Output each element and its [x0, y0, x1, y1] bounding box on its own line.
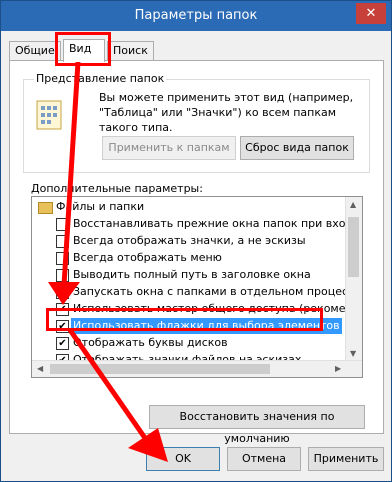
tab-search[interactable]: Поиск [107, 41, 154, 60]
list-item-label: Восстанавливать прежние окна папок при в… [73, 217, 348, 230]
close-button[interactable]: ✕ [356, 3, 386, 24]
checkbox[interactable] [56, 218, 69, 231]
list-item[interactable]: Всегда отображать значки, а не эскизы [32, 233, 348, 249]
apply-button[interactable]: Применить [308, 447, 384, 471]
folder-view-description: Вы можете применить этот вид (например, … [99, 91, 354, 134]
list-item-label: Отображать буквы дисков [73, 336, 228, 349]
scroll-right-icon[interactable]: ▶ [335, 364, 341, 373]
vertical-scroll-thumb[interactable] [348, 217, 359, 277]
checkbox[interactable] [56, 252, 69, 265]
restore-defaults-button[interactable]: Восстановить значения по умолчанию [149, 405, 365, 445]
list-item-label: Выводить полный путь в заголовке окна [73, 268, 311, 281]
list-item[interactable]: Выводить полный путь в заголовке окна [32, 267, 348, 283]
checkbox[interactable] [56, 269, 69, 282]
checkbox-checked[interactable]: ✔ [56, 337, 69, 350]
checkbox[interactable] [56, 235, 69, 248]
list-item-label: Запускать окна с папками в отдельном про… [73, 285, 348, 298]
title-bar[interactable]: Параметры папок ✕ [1, 1, 391, 31]
window-title: Параметры папок [134, 8, 258, 23]
list-item[interactable]: Всегда отображать меню [32, 250, 348, 266]
tree-root-label: Файлы и папки [56, 200, 145, 213]
advanced-settings-list[interactable]: Файлы и папки Восстанавливать прежние ок… [31, 196, 363, 378]
close-icon: ✕ [365, 6, 377, 21]
list-item-label: Всегда отображать значки, а не эскизы [73, 234, 306, 247]
advanced-settings-label: Дополнительные параметры: [31, 182, 203, 195]
reset-folders-button[interactable]: Сброс вида папок [240, 136, 354, 160]
scroll-left-icon[interactable]: ◀ [37, 364, 43, 373]
scroll-down-icon[interactable]: ▼ [350, 349, 356, 358]
scroll-up-icon[interactable]: ▲ [350, 200, 356, 209]
folder-icon [38, 202, 53, 214]
vertical-scrollbar[interactable]: ▲ ▼ [345, 197, 362, 361]
folder-view-legend: Представление папок [34, 72, 167, 85]
list-item[interactable]: Восстанавливать прежние окна папок при в… [32, 216, 348, 232]
horizontal-scroll-thumb[interactable] [50, 364, 270, 374]
apply-to-folders-button[interactable]: Применить к папкам [102, 136, 236, 160]
list-item[interactable]: ✔ Отображать буквы дисков [32, 335, 348, 351]
checkbox[interactable] [56, 286, 69, 299]
list-item[interactable]: Запускать окна с папками в отдельном про… [32, 284, 348, 300]
ok-button[interactable]: OK [146, 447, 220, 471]
folder-view-group: Представление папок Вы можете применить … [23, 72, 370, 173]
list-item-label: Всегда отображать меню [73, 251, 222, 264]
cancel-button[interactable]: Отмена [227, 447, 301, 471]
horizontal-scrollbar[interactable]: ◀ ▶ [32, 360, 362, 377]
folder-view-icon [36, 100, 62, 130]
folder-options-dialog: Параметры папок ✕ Общие Вид Поиск Предст… [0, 0, 392, 482]
tab-view[interactable]: Вид [63, 39, 105, 62]
tab-general[interactable]: Общие [9, 41, 61, 60]
annotation-checkbox-highlight [46, 308, 323, 331]
tree-root-files-folders[interactable]: Файлы и папки [32, 199, 348, 215]
